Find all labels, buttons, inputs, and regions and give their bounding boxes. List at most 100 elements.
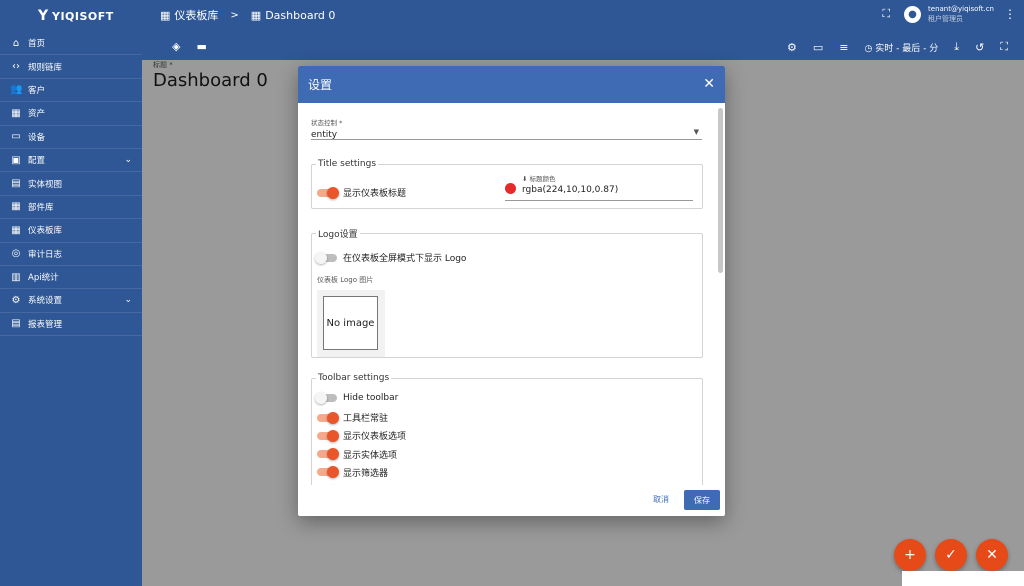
logo-image-dropzone[interactable]: No image	[317, 290, 385, 357]
toolbar-settings-group: Toolbar settings Hide toolbar 工具栏常驻 显示仪表板选…	[311, 373, 703, 485]
sidebar-item-label: 审计日志	[28, 249, 63, 260]
sidebar: Y YIQISOFT ⌂ 首页 ‹› 规则链库 👥 客户 ▦ 资产 ▭ 设备 ▣ 配置 ⌄ ▤ 实体视图 ▦ 部…	[0, 0, 142, 586]
cancel-button[interactable]: 取消	[653, 494, 669, 505]
apply-button[interactable]: ✓	[935, 539, 967, 571]
brand-logo[interactable]: Y YIQISOFT	[0, 0, 142, 32]
people-icon: 👥	[10, 84, 23, 96]
scrollbar[interactable]	[718, 108, 723, 273]
add-widget-button[interactable]: +	[894, 539, 926, 571]
fullscreen-icon[interactable]: ⛶	[882, 7, 890, 21]
sidebar-item[interactable]: 👥 客户	[0, 79, 142, 103]
toolbar-toggle-row[interactable]: 显示筛选器	[317, 466, 388, 479]
color-swatch[interactable]	[505, 183, 516, 194]
sidebar-item-label: 系统设置	[28, 296, 63, 307]
gear-icon: ⚙	[11, 294, 21, 306]
dialog-title: 设置	[308, 78, 333, 92]
timewindow-label: 实时 - 最后 - 分	[875, 43, 939, 54]
sidebar-item-label: 规则链库	[28, 62, 63, 73]
settings-icon[interactable]: ⚙	[787, 41, 797, 54]
sidebar-item[interactable]: ▣ 配置 ⌄	[0, 149, 142, 173]
sidebar-item-label: 仪表板库	[28, 226, 63, 237]
sidebar-item-label: 首页	[28, 39, 46, 50]
toolbar-toggle-label: 显示实体选项	[343, 450, 398, 461]
breadcrumb-dashboards[interactable]: 仪表板库	[174, 7, 218, 23]
dashboard-title[interactable]: Dashboard 0	[153, 70, 268, 91]
close-icon[interactable]: ✕	[703, 76, 715, 92]
filter-icon[interactable]: ≡	[839, 41, 848, 54]
toolbar-toggle-label: 显示筛选器	[343, 468, 389, 479]
sidebar-item[interactable]: ‹› 规则链库	[0, 55, 142, 79]
state-control-value: entity	[311, 130, 338, 140]
show-title-toggle[interactable]	[317, 186, 339, 199]
sidebar-item[interactable]: ▥ Api统计	[0, 266, 142, 290]
logo-image-label: 仪表板 Logo 图片	[317, 276, 374, 284]
show-logo-label: 在仪表板全屏模式下显示 Logo	[343, 254, 467, 264]
state-control-select[interactable]: 状态控制 * entity ▼	[311, 117, 702, 140]
sidebar-item[interactable]: ▦ 资产	[0, 102, 142, 126]
show-title-toggle-row[interactable]: 显示仪表板标题	[317, 186, 406, 199]
logo-icon: Y	[38, 8, 49, 24]
sidebar-item[interactable]: ▤ 报表管理	[0, 313, 142, 337]
history-icon[interactable]: ↺	[975, 41, 984, 54]
close-icon: ✕	[986, 547, 998, 563]
sidebar-item[interactable]: ▦ 仪表板库	[0, 219, 142, 243]
toolbar-toggle-row[interactable]: 显示仪表板选项	[317, 429, 406, 442]
toolbar-toggle-row[interactable]: 显示实体选项	[317, 448, 397, 461]
show-logo-toggle[interactable]	[315, 251, 337, 264]
settings-box-icon: ▣	[11, 154, 21, 166]
logo-settings-group: Logo设置 在仪表板全屏模式下显示 Logo 仪表板 Logo 图片 No i…	[311, 227, 703, 358]
title-color-label: ⬇ 标题颜色	[522, 175, 556, 183]
dropdown-arrow-icon: ▼	[693, 128, 699, 136]
timewindow-button[interactable]: ◷ 实时 - 最后 - 分	[865, 41, 939, 54]
show-title-label: 显示仪表板标题	[343, 189, 407, 199]
sidebar-item[interactable]: ▭ 设备	[0, 126, 142, 149]
toolbar-toggle[interactable]	[317, 466, 339, 479]
home-icon: ⌂	[12, 37, 20, 49]
user-info[interactable]: tenant@yiqisoft.cn 租户管理员	[928, 4, 994, 24]
breadcrumb: ▦ 仪表板库 > ▦ Dashboard 0	[160, 7, 335, 23]
plus-icon: +	[904, 547, 916, 563]
sidebar-item[interactable]: ▤ 实体视图	[0, 172, 142, 196]
dashboard-icon: ▦	[11, 224, 21, 236]
more-vert-icon[interactable]: ⋮	[1004, 7, 1016, 21]
breadcrumb-separator: >	[230, 9, 239, 21]
toolbar-toggle-row[interactable]: 工具栏常驻	[317, 411, 388, 424]
toolbar-toggle-label: 显示仪表板选项	[343, 432, 407, 443]
download-icon[interactable]: ⤓	[954, 40, 959, 54]
toolbar-toggle[interactable]	[317, 411, 339, 424]
title-settings-group: Title settings 显示仪表板标题 ⬇ 标题颜色 rgba(224,1…	[311, 159, 703, 209]
color-icon: ⬇	[522, 175, 528, 183]
toolbar-toggle[interactable]	[317, 429, 339, 442]
sidebar-item[interactable]: ⚙ 系统设置 ⌄	[0, 289, 142, 313]
title-color-field[interactable]: ⬇ 标题颜色 rgba(224,10,10,0.87)	[505, 175, 693, 201]
chevron-down-icon[interactable]: ⌄	[124, 155, 132, 165]
sidebar-item-label: 实体视图	[28, 179, 63, 190]
user-role: 租户管理员	[928, 15, 964, 23]
state-control-label: 状态控制 *	[311, 119, 343, 127]
report-icon: ▤	[11, 318, 21, 330]
sidebar-item[interactable]: ▦ 部件库	[0, 196, 142, 220]
avatar[interactable]: ●	[904, 5, 922, 23]
code-icon: ‹›	[12, 61, 20, 73]
fullscreen-icon[interactable]: ⛶	[1000, 40, 1008, 54]
sidebar-item[interactable]: ⌂ 首页	[0, 32, 142, 56]
top-bar: ▦ 仪表板库 > ▦ Dashboard 0 ⛶ ● tenant@yiqiso…	[142, 0, 1024, 60]
entity-aliases-icon[interactable]: ▭	[813, 41, 823, 54]
toolbar-toggle-row[interactable]: Hide toolbar	[315, 392, 398, 404]
toolbar-toggle[interactable]	[317, 448, 339, 461]
dialog-footer: 取消 保存	[298, 485, 725, 516]
show-logo-toggle-row[interactable]: 在仪表板全屏模式下显示 Logo	[315, 251, 467, 264]
discard-button[interactable]: ✕	[976, 539, 1008, 571]
toolbar-toggle[interactable]	[315, 392, 337, 404]
chevron-down-icon[interactable]: ⌄	[124, 295, 132, 305]
no-image-placeholder: No image	[323, 296, 378, 350]
stats-icon: ▥	[11, 271, 21, 283]
layers-icon[interactable]: ◈	[172, 40, 180, 53]
sidebar-item-label: 配置	[28, 156, 46, 167]
dialog-body[interactable]: 状态控制 * entity ▼ Title settings 显示仪表板标题 ⬇…	[298, 103, 725, 485]
layout-icon[interactable]: ▬	[196, 40, 206, 53]
settings-dialog: 设置 ✕ 状态控制 * entity ▼ Title settings 显示仪表…	[298, 66, 725, 516]
save-button[interactable]: 保存	[684, 490, 720, 510]
sidebar-item[interactable]: ◎ 审计日志	[0, 243, 142, 266]
widgets-icon: ▦	[11, 201, 21, 213]
